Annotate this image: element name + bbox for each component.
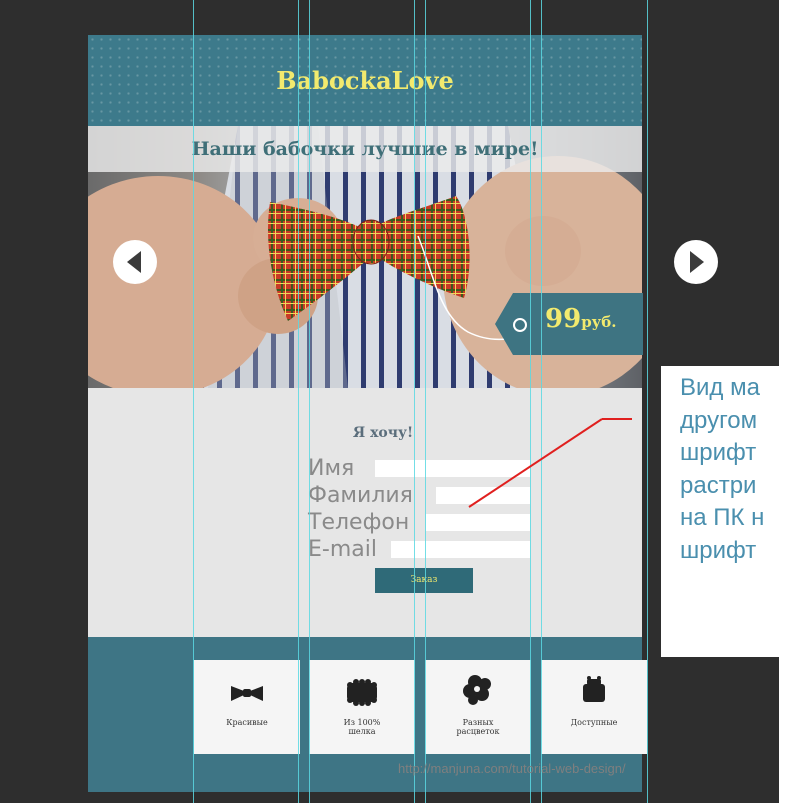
feature-card-colors[interactable]: Разных расцветок bbox=[425, 660, 531, 754]
feature-label: Красивые bbox=[226, 718, 268, 727]
guide-line bbox=[298, 0, 299, 803]
source-credit: http://manjuna.com/tutorial-web-design/ bbox=[398, 761, 626, 776]
guide-line bbox=[309, 0, 310, 803]
guide-line bbox=[541, 0, 542, 803]
feature-label: Разных расцветок bbox=[425, 718, 531, 736]
feature-card-beautiful[interactable]: Красивые bbox=[194, 660, 300, 754]
price-tag-hole bbox=[513, 318, 527, 332]
email-input[interactable] bbox=[391, 541, 530, 558]
annotation-note: Вид ма другом шрифт растри на ПК н шрифт bbox=[661, 366, 797, 657]
arrow-right-icon bbox=[690, 251, 704, 273]
feature-label: Из 100% шелка bbox=[309, 718, 415, 736]
site-header: BabockaLove bbox=[88, 35, 642, 126]
field-label-surname: Фамилия bbox=[308, 483, 413, 508]
guide-line bbox=[414, 0, 415, 803]
feature-label-text: Из 100% шелка bbox=[343, 718, 381, 736]
silk-bowtie-icon bbox=[347, 679, 377, 706]
colors-blob-icon bbox=[463, 675, 491, 705]
feature-label-text: Разных расцветок bbox=[456, 718, 500, 736]
feature-card-affordable[interactable]: Доступные bbox=[541, 660, 647, 754]
order-submit-button[interactable]: Заказ bbox=[375, 568, 473, 593]
tagline-band: Наши бабочки лучшие в мире! bbox=[88, 126, 642, 172]
brand-logo[interactable]: BabockaLove bbox=[88, 35, 642, 126]
field-label-name: Имя bbox=[308, 456, 355, 481]
prev-slide-button[interactable] bbox=[113, 240, 157, 284]
arrow-left-icon bbox=[127, 251, 141, 273]
name-input[interactable] bbox=[375, 460, 530, 477]
surname-input[interactable] bbox=[436, 487, 530, 504]
phone-input[interactable] bbox=[426, 514, 530, 531]
order-form-title: Я хочу! bbox=[352, 425, 414, 441]
hero-tagline: Наши бабочки лучшие в мире! bbox=[191, 138, 539, 160]
bowtie-icon bbox=[231, 686, 263, 701]
price-value: 99 bbox=[545, 304, 582, 334]
guide-line bbox=[530, 0, 531, 803]
annotation-text: Вид ма другом шрифт растри на ПК н шрифт bbox=[680, 374, 765, 564]
field-label-phone: Телефон bbox=[308, 510, 410, 535]
next-slide-button[interactable] bbox=[674, 240, 718, 284]
price-tag-notch bbox=[495, 293, 513, 355]
guide-line bbox=[647, 0, 648, 803]
guide-line bbox=[193, 0, 194, 803]
guide-line bbox=[425, 0, 426, 803]
feature-card-silk[interactable]: Из 100% шелка bbox=[309, 660, 415, 754]
feature-label: Доступные bbox=[570, 718, 618, 727]
price-label: 99руб. bbox=[545, 304, 617, 334]
wallet-icon bbox=[583, 676, 605, 702]
field-label-email: E-mail bbox=[308, 537, 377, 562]
price-currency: руб. bbox=[581, 313, 617, 331]
